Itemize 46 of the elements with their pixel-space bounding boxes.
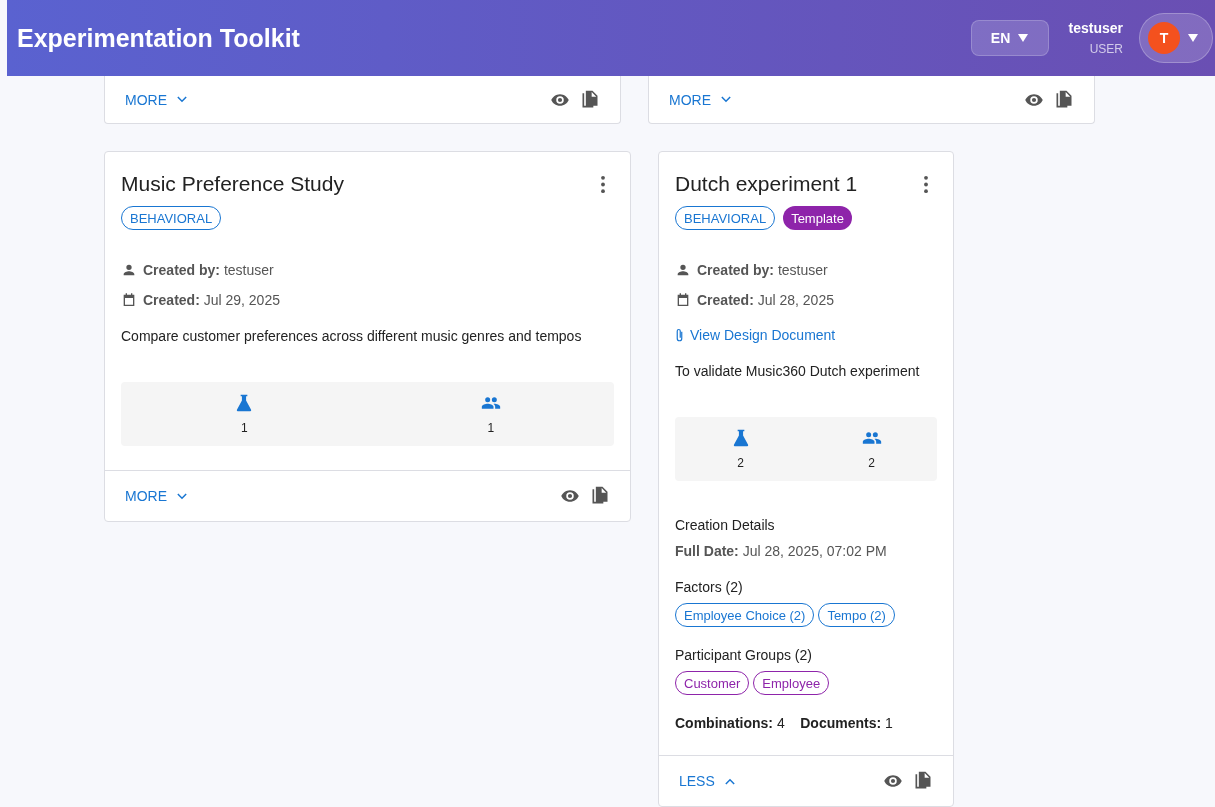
expand-button[interactable]: LESS [679, 773, 735, 789]
card-title: Dutch experiment 1 [675, 172, 858, 196]
person-icon [675, 262, 691, 278]
person-icon [121, 262, 137, 278]
card-description: To validate Music360 Dutch experiment [675, 363, 921, 379]
stat-value: 1 [240, 421, 248, 435]
user-menu-button[interactable]: T [1139, 13, 1213, 63]
user-name: testuser [1068, 20, 1123, 36]
calendar-icon [121, 292, 137, 308]
summary-text: Combinations: 4 Documents: 1 [675, 715, 893, 731]
paperclip-icon [675, 327, 684, 343]
app-title: Experimentation Toolkit [17, 23, 300, 53]
expand-button[interactable]: MORE [125, 488, 187, 504]
section-heading: Participant Groups (2) [675, 647, 812, 663]
stat-value: 2 [868, 456, 875, 470]
caret-icon [1018, 34, 1029, 42]
full-date-text: Full Date: Jul 28, 2025, 07:02 PM [675, 543, 887, 559]
user-role: USER [1089, 42, 1123, 56]
stat-value: 1 [487, 421, 495, 435]
calendar-icon [675, 292, 691, 308]
chevron-icon [177, 492, 187, 500]
chevron-icon [721, 96, 731, 103]
language-button[interactable]: EN [970, 20, 1049, 56]
stat-value: 2 [737, 456, 744, 470]
caret-icon [1188, 34, 1198, 42]
copy-icon[interactable] [590, 486, 610, 506]
copy-icon[interactable] [913, 771, 933, 791]
expand-button[interactable]: MORE [669, 91, 731, 108]
chevron-icon [724, 777, 735, 785]
copy-icon[interactable] [1054, 89, 1074, 110]
more-options-icon[interactable] [923, 174, 929, 194]
card-title: Music Preference Study [121, 172, 344, 196]
created-by-text: Created by: testuser [143, 262, 274, 278]
chevron-icon [177, 96, 187, 103]
more-options-icon[interactable] [600, 174, 606, 194]
design-document-link[interactable]: View Design Document [675, 327, 937, 343]
created-by-text: Created by: testuser [697, 262, 828, 278]
created-date-text: Created: Jul 29, 2025 [143, 292, 280, 308]
copy-icon[interactable] [580, 89, 600, 110]
expand-button[interactable]: MORE [125, 91, 187, 108]
created-date-text: Created: Jul 28, 2025 [697, 292, 834, 308]
card-description: Compare customer preferences across different music genres and tempos [121, 328, 583, 344]
section-heading: Creation Details [675, 517, 775, 533]
tag-chip: Template [783, 206, 852, 230]
avatar: T [1148, 22, 1180, 54]
section-heading: Factors (2) [675, 579, 743, 595]
